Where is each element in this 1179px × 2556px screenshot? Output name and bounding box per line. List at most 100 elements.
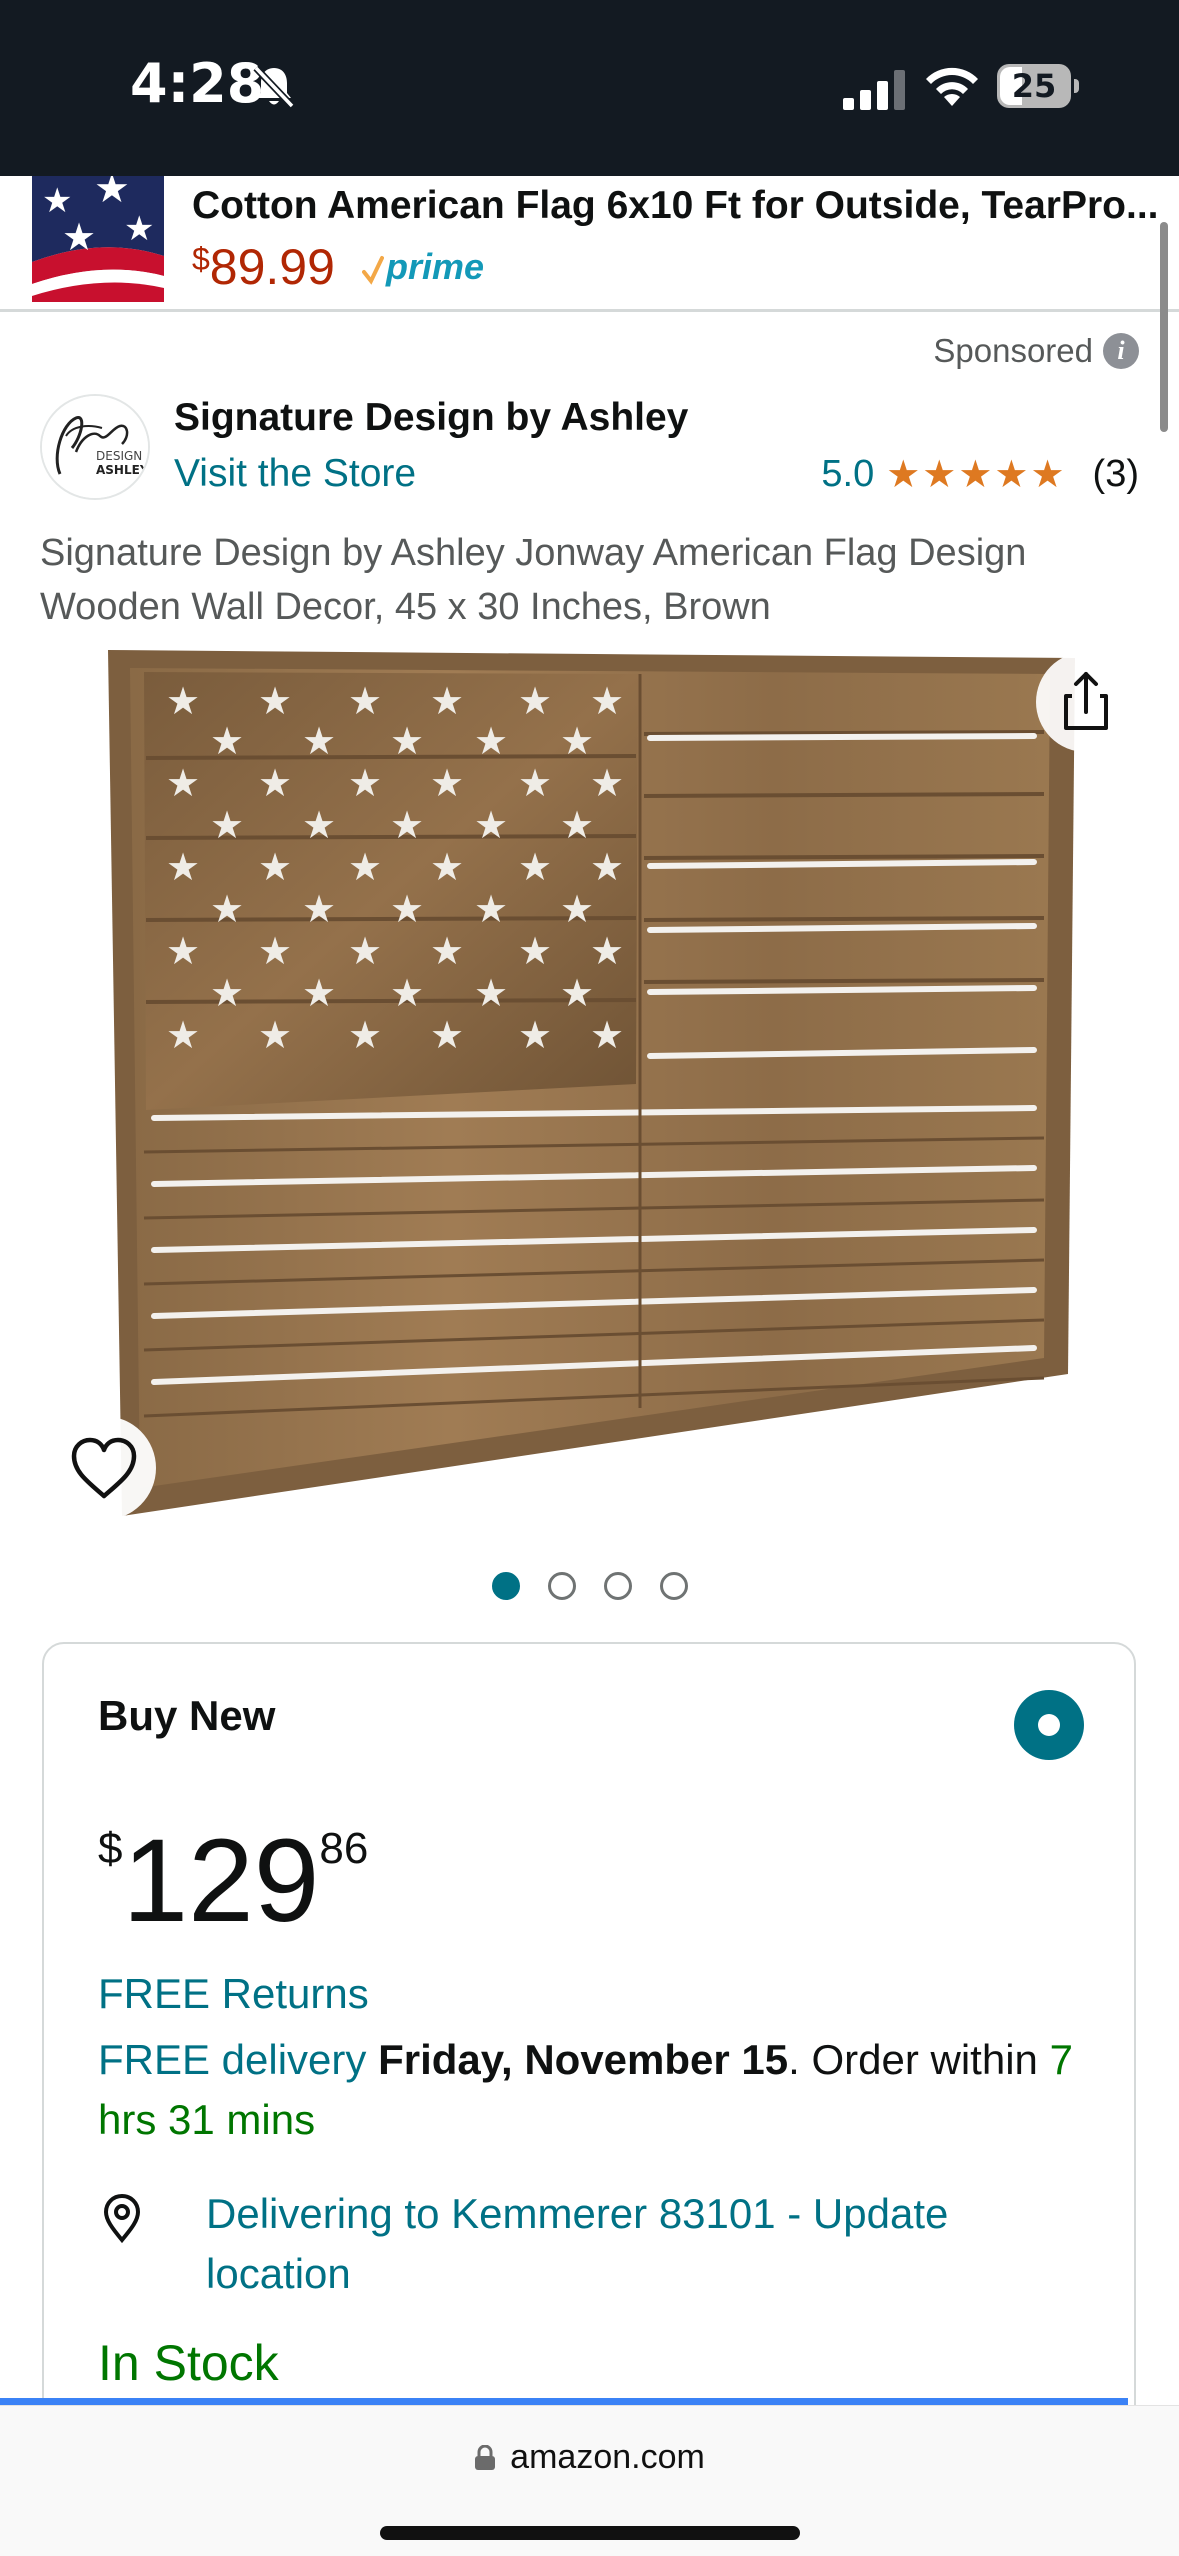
svg-text:★: ★ — [258, 929, 292, 973]
svg-text:★: ★ — [474, 887, 508, 931]
prime-check-icon — [362, 256, 384, 285]
scrollbar[interactable] — [1160, 222, 1168, 432]
free-returns-link[interactable]: FREE Returns — [98, 1970, 369, 2018]
svg-text:★: ★ — [210, 887, 244, 931]
american-flag-image: ★ ★ ★ ★ — [32, 176, 164, 302]
location-pin-icon — [103, 2193, 141, 2244]
add-to-favorites-button[interactable] — [52, 1416, 156, 1520]
svg-text:★: ★ — [590, 679, 624, 723]
delivery-info: FREE delivery Friday, November 15. Order… — [98, 2036, 1073, 2143]
home-indicator[interactable] — [380, 2526, 800, 2540]
svg-text:★: ★ — [390, 971, 424, 1015]
svg-text:★: ★ — [124, 209, 154, 249]
svg-text:★: ★ — [302, 719, 336, 763]
svg-text:★: ★ — [430, 1013, 464, 1057]
svg-text:★: ★ — [430, 845, 464, 889]
svg-text:★: ★ — [62, 215, 96, 259]
svg-text:★: ★ — [302, 887, 336, 931]
svg-text:DESIGN: DESIGN — [96, 449, 142, 463]
svg-text:★: ★ — [258, 761, 292, 805]
lock-icon — [475, 2445, 496, 2470]
address-bar[interactable]: amazon.com — [0, 2438, 1179, 2477]
svg-text:★: ★ — [258, 1013, 292, 1057]
star-rating-icon: ★★★★★ — [886, 454, 1067, 496]
ad-title[interactable]: Cotton American Flag 6x10 Ft for Outside… — [192, 184, 1162, 228]
svg-text:★: ★ — [560, 887, 594, 931]
wifi-icon — [926, 67, 978, 106]
carousel-dot-2[interactable] — [547, 1572, 576, 1600]
svg-text:★: ★ — [258, 845, 292, 889]
svg-text:★: ★ — [302, 971, 336, 1015]
svg-text:★: ★ — [348, 679, 382, 723]
heart-icon — [71, 1437, 137, 1499]
svg-text:★: ★ — [166, 929, 200, 973]
svg-text:★: ★ — [518, 845, 552, 889]
carousel-dot-3[interactable] — [603, 1572, 632, 1600]
svg-text:★: ★ — [94, 176, 130, 212]
share-icon — [1064, 672, 1108, 730]
image-carousel-dots[interactable] — [0, 1572, 1179, 1606]
svg-text:★: ★ — [474, 971, 508, 1015]
svg-text:★: ★ — [210, 719, 244, 763]
svg-text:★: ★ — [518, 679, 552, 723]
svg-text:★: ★ — [166, 845, 200, 889]
svg-text:★: ★ — [348, 929, 382, 973]
signal-icon — [843, 70, 905, 110]
svg-text:★: ★ — [348, 845, 382, 889]
svg-text:★: ★ — [166, 679, 200, 723]
bell-slash-icon — [253, 65, 295, 109]
delivery-location-link[interactable]: Delivering to Kemmerer 83101 - Update lo… — [206, 2184, 1086, 2304]
buy-new-heading[interactable]: Buy New — [98, 1692, 275, 1740]
svg-text:★: ★ — [390, 887, 424, 931]
svg-text:★: ★ — [590, 1013, 624, 1057]
signature-ashley-logo: DESIGN ASHLEY — [42, 396, 148, 498]
stock-status: In Stock — [98, 2335, 279, 2391]
share-button[interactable] — [1036, 652, 1136, 752]
svg-text:★: ★ — [560, 971, 594, 1015]
rating-value: 5.0 — [821, 453, 875, 495]
svg-text:★: ★ — [590, 845, 624, 889]
svg-text:★: ★ — [258, 679, 292, 723]
visit-store-link[interactable]: Visit the Store — [174, 452, 416, 496]
info-icon[interactable]: i — [1103, 333, 1139, 369]
browser-bottom-bar: amazon.com — [0, 2405, 1179, 2556]
seller-name[interactable]: Signature Design by Ashley — [174, 396, 688, 440]
svg-text:★: ★ — [560, 803, 594, 847]
svg-text:★: ★ — [210, 971, 244, 1015]
review-count: (3) — [1092, 453, 1139, 495]
svg-text:★: ★ — [474, 803, 508, 847]
seller-rating[interactable]: 5.0 ★★★★★ (3) — [821, 452, 1139, 497]
carousel-dot-1[interactable] — [491, 1572, 520, 1600]
svg-text:★: ★ — [518, 761, 552, 805]
page-load-progress — [0, 2398, 1128, 2405]
status-bar: 4:28 25 — [0, 0, 1179, 176]
free-delivery-link[interactable]: FREE delivery — [98, 2036, 366, 2083]
svg-text:★: ★ — [166, 761, 200, 805]
svg-text:★: ★ — [348, 761, 382, 805]
svg-text:★: ★ — [166, 1013, 200, 1057]
svg-text:★: ★ — [390, 719, 424, 763]
carousel-dot-4[interactable] — [659, 1572, 688, 1600]
buy-new-radio[interactable] — [1014, 1690, 1084, 1760]
svg-text:★: ★ — [430, 761, 464, 805]
svg-text:★: ★ — [474, 719, 508, 763]
price: $12986 — [98, 1815, 369, 1947]
svg-text:★: ★ — [430, 679, 464, 723]
svg-text:★: ★ — [210, 803, 244, 847]
sponsored-ad-banner[interactable]: ★ ★ ★ ★ Cotton American Flag 6x10 Ft for… — [0, 176, 1179, 312]
product-title: Signature Design by Ashley Jonway Americ… — [40, 532, 1027, 628]
svg-text:ASHLEY: ASHLEY — [96, 463, 148, 477]
status-time: 4:28 — [130, 52, 265, 115]
seller-logo[interactable]: DESIGN ASHLEY — [40, 394, 150, 500]
svg-text:★: ★ — [348, 1013, 382, 1057]
svg-text:★: ★ — [590, 929, 624, 973]
svg-text:★: ★ — [560, 719, 594, 763]
ad-thumbnail[interactable]: ★ ★ ★ ★ — [32, 176, 164, 302]
url-text[interactable]: amazon.com — [510, 2438, 705, 2476]
svg-text:★: ★ — [430, 929, 464, 973]
battery-icon: 25 — [997, 64, 1079, 108]
sponsored-label[interactable]: Sponsored i — [933, 332, 1139, 370]
product-image[interactable]: ★ ★ ★ ★ ★ ★ ★ ★ ★ ★ ★ ★ ★ ★ ★ ★ ★ ★ ★ ★ ★ ★ ★ ★ ★ ★ ★ ★ ★ ★ ★ ★ ★ ★… — [100, 648, 1080, 1516]
svg-text:★: ★ — [390, 803, 424, 847]
battery-level: 25 — [1011, 67, 1057, 105]
